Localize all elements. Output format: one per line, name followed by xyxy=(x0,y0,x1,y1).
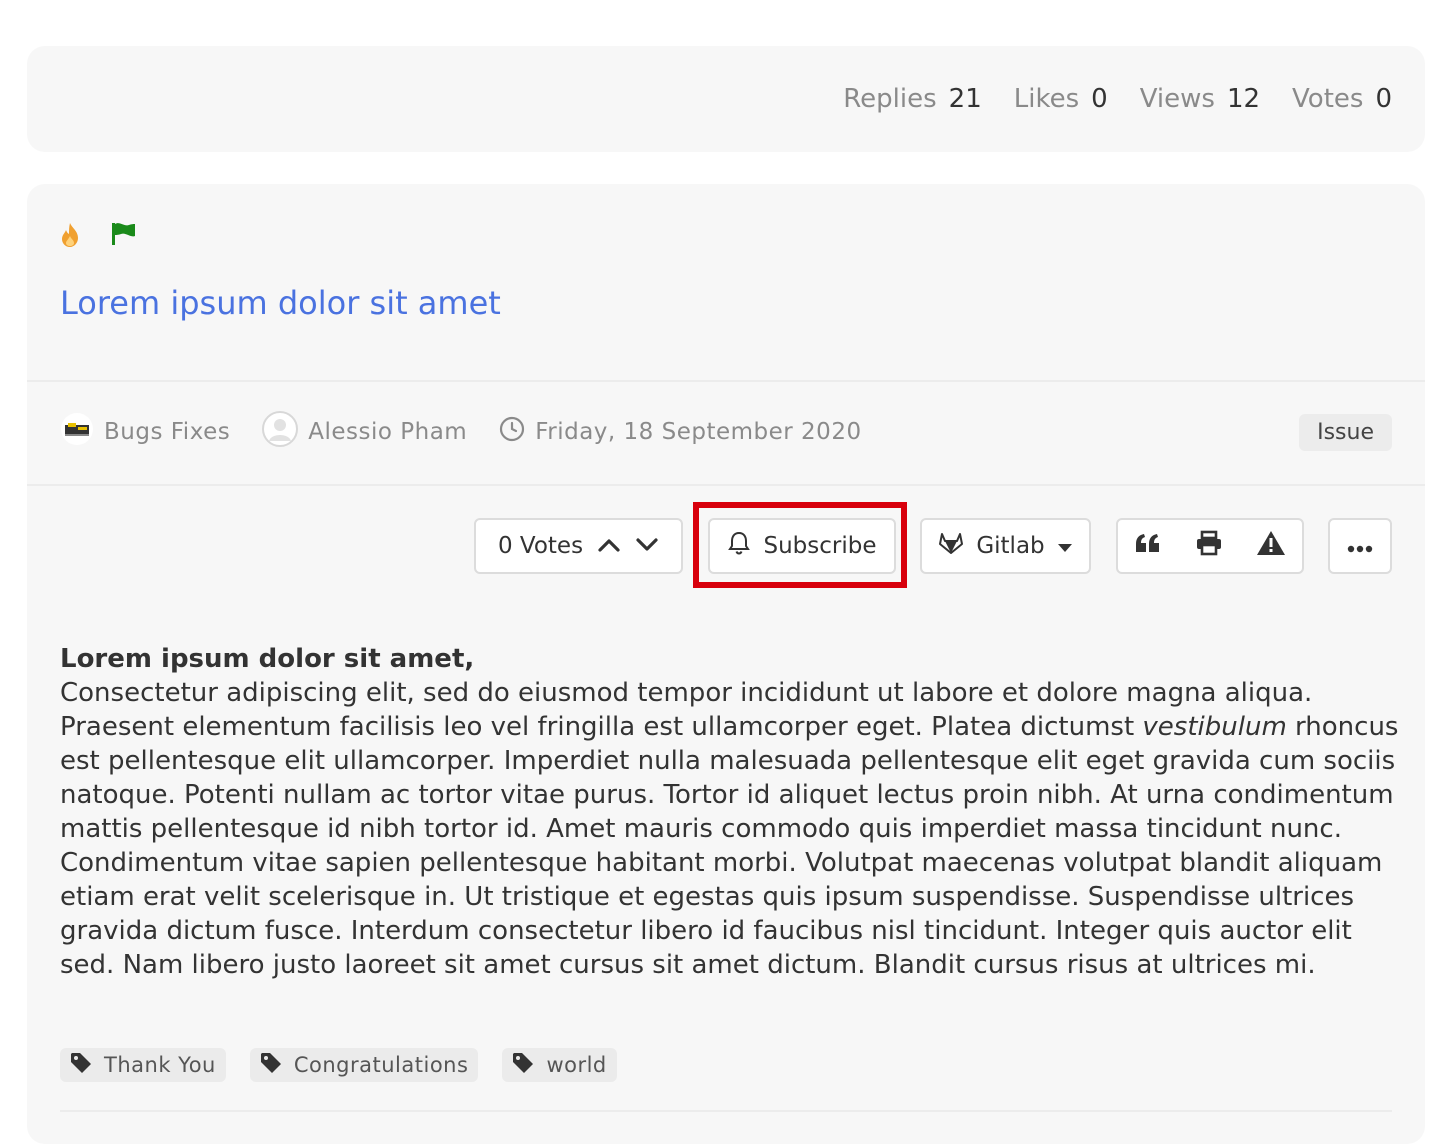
post-date: Friday, 18 September 2020 xyxy=(499,416,861,448)
divider xyxy=(27,380,1425,382)
stat-label: Replies xyxy=(843,84,937,114)
post-actions-group xyxy=(1116,518,1304,574)
tag-icon xyxy=(512,1052,534,1079)
author-link[interactable]: Alessio Pham xyxy=(262,411,467,453)
stats-card: Replies 21 Likes 0 Views 12 Votes 0 xyxy=(27,46,1425,152)
post-body-text: Consectetur adipiscing elit, sed do eius… xyxy=(60,678,1313,742)
stat-label: Votes xyxy=(1292,84,1364,114)
tag-congratulations[interactable]: Congratulations xyxy=(249,1048,479,1082)
status-badge: Issue xyxy=(1299,414,1392,451)
flag-icon xyxy=(110,222,138,252)
post-body-italic: vestibulum xyxy=(1142,712,1287,742)
tag-world[interactable]: world xyxy=(502,1048,617,1082)
tag-thank-you[interactable]: Thank You xyxy=(60,1048,226,1082)
report-warning-button[interactable] xyxy=(1256,530,1286,562)
print-button[interactable] xyxy=(1195,530,1223,562)
gitlab-label: Gitlab xyxy=(976,533,1045,559)
stat-value: 0 xyxy=(1091,84,1108,114)
gitlab-dropdown[interactable]: Gitlab xyxy=(920,518,1091,574)
stat-label: Likes xyxy=(1013,84,1080,114)
post-card: Lorem ipsum dolor sit amet Bugs Fixes Al… xyxy=(27,184,1425,1144)
fire-icon xyxy=(60,222,80,252)
stat-value: 12 xyxy=(1226,84,1261,114)
post-flags xyxy=(60,222,138,252)
post-body-text: rhoncus est pellentesque elit ullamcorpe… xyxy=(60,712,1399,980)
tag-list: Thank You Congratulations world xyxy=(60,1048,617,1082)
stat-views: Views 12 xyxy=(1140,84,1260,114)
divider xyxy=(60,1110,1392,1112)
gitlab-icon xyxy=(938,531,964,561)
tag-label: Thank You xyxy=(104,1053,216,1077)
tag-icon xyxy=(260,1052,282,1079)
stat-value: 21 xyxy=(948,84,982,114)
caret-down-icon xyxy=(1057,533,1073,559)
author-name: Alessio Pham xyxy=(308,419,468,445)
stat-replies: Replies 21 xyxy=(843,84,981,114)
avatar xyxy=(262,411,299,453)
more-options-button[interactable] xyxy=(1328,518,1392,574)
stat-value: 0 xyxy=(1375,84,1392,114)
quote-button[interactable] xyxy=(1134,532,1162,560)
tag-icon xyxy=(70,1052,92,1079)
category-link[interactable]: Bugs Fixes xyxy=(60,412,230,452)
post-body: Lorem ipsum dolor sit amet, Consectetur a… xyxy=(60,642,1400,982)
category-name: Bugs Fixes xyxy=(104,419,231,445)
divider xyxy=(27,484,1425,486)
stat-votes: Votes 0 xyxy=(1292,84,1392,114)
post-title[interactable]: Lorem ipsum dolor sit amet xyxy=(60,284,501,322)
category-logo-icon xyxy=(60,412,94,452)
post-body-heading: Lorem ipsum dolor sit amet, xyxy=(60,644,475,674)
highlight-box xyxy=(693,502,907,588)
date-text: Friday, 18 September 2020 xyxy=(535,419,862,445)
downvote-button[interactable] xyxy=(635,533,659,559)
clock-icon xyxy=(499,416,525,448)
stat-likes: Likes 0 xyxy=(1014,84,1108,114)
upvote-button[interactable] xyxy=(597,533,621,559)
votes-count: 0 Votes xyxy=(497,533,584,559)
tag-label: Congratulations xyxy=(293,1053,469,1077)
stat-label: Views xyxy=(1139,84,1215,114)
post-meta: Bugs Fixes Alessio Pham Friday, 18 Septe… xyxy=(60,411,894,453)
tag-label: world xyxy=(546,1053,607,1077)
votes-control: 0 Votes xyxy=(474,518,683,574)
ellipsis-icon xyxy=(1347,533,1373,559)
stats-bar: Replies 21 Likes 0 Views 12 Votes 0 xyxy=(843,84,1392,114)
